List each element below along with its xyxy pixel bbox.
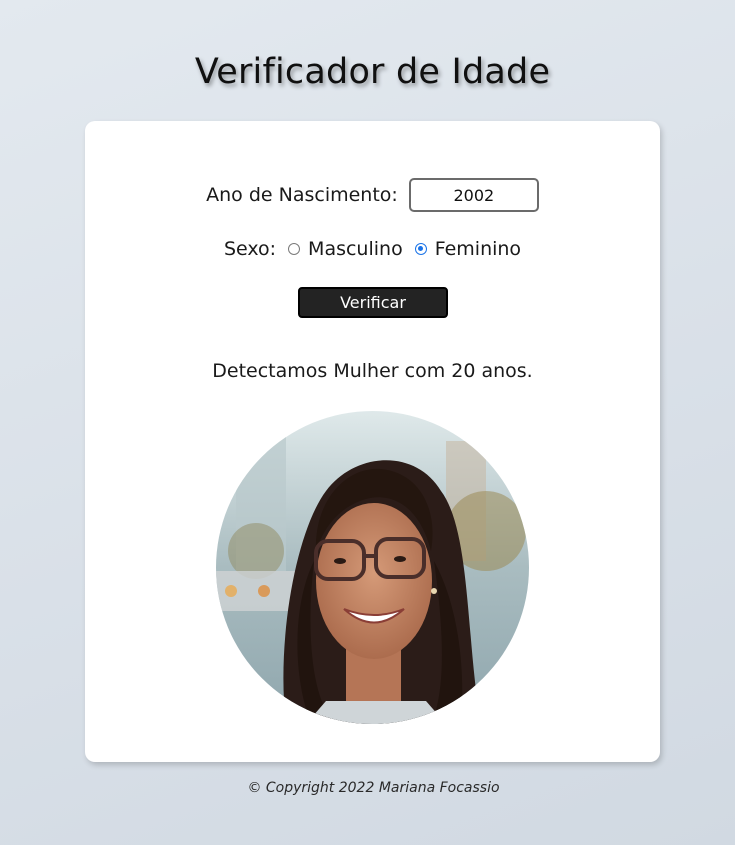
- sex-row: Sexo: Masculino Feminino: [85, 238, 660, 260]
- radio-feminino-label[interactable]: Feminino: [435, 238, 521, 260]
- verifier-card: Ano de Nascimento: Sexo: Masculino Femin…: [85, 121, 660, 762]
- birth-year-row: Ano de Nascimento:: [85, 178, 660, 212]
- birth-year-input[interactable]: [408, 178, 539, 212]
- sex-label: Sexo:: [223, 238, 277, 260]
- radio-feminino[interactable]: [414, 243, 427, 255]
- result-text: Detectamos Mulher com 20 anos.: [212, 360, 533, 382]
- radio-masculino[interactable]: [288, 243, 301, 255]
- footer-copyright: © Copyright 2022 Mariana Focassio: [247, 780, 500, 796]
- verify-button[interactable]: Verificar: [298, 287, 448, 318]
- radio-masculino-label[interactable]: Masculino: [308, 238, 403, 260]
- birth-year-label: Ano de Nascimento:: [206, 184, 398, 206]
- result-photo: [216, 411, 529, 724]
- page-title: Verificador de Idade: [194, 52, 551, 92]
